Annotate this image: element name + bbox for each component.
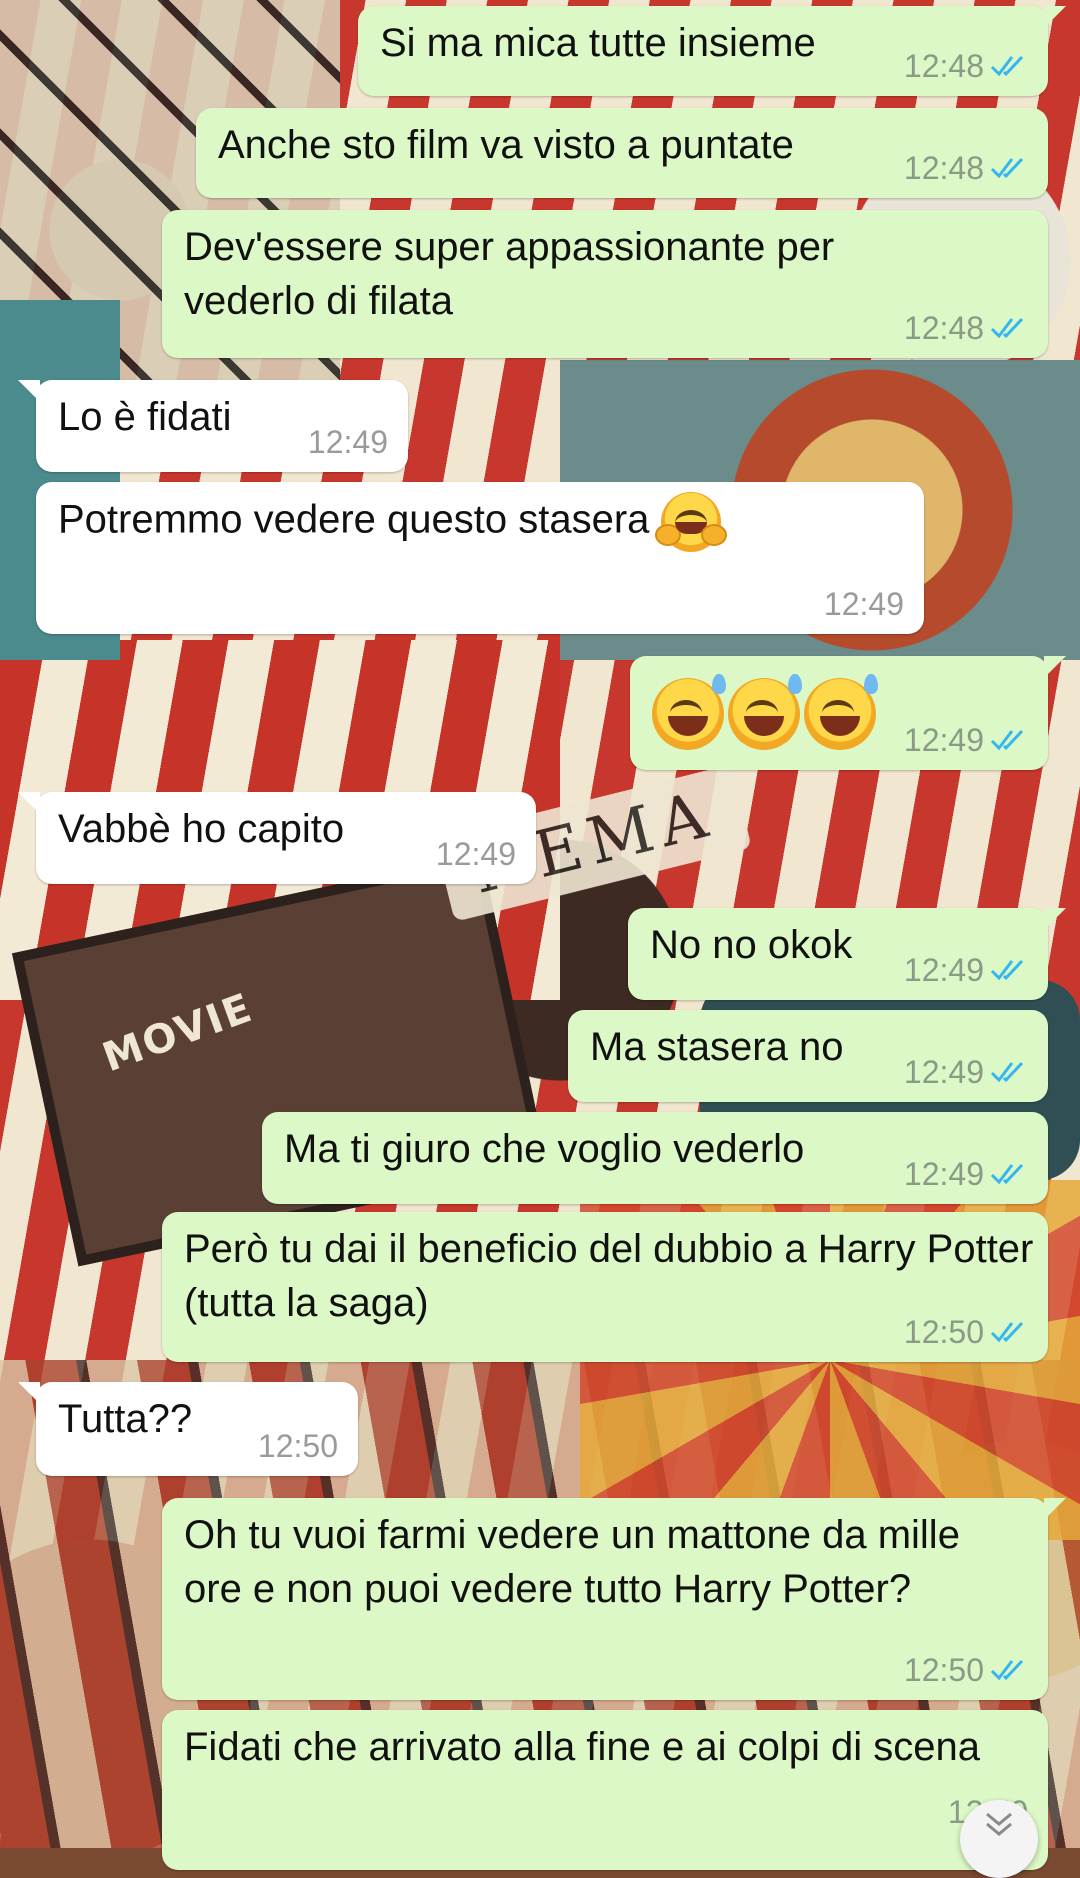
message-time: 12:50 bbox=[903, 1652, 984, 1688]
message-bubble-incoming[interactable]: Lo è fidati 12:49 bbox=[18, 380, 408, 472]
message-bubble-outgoing[interactable]: Dev'essere super appassionante per veder… bbox=[162, 210, 1048, 358]
message-bubble-outgoing[interactable]: No no okok 12:49 bbox=[628, 908, 1066, 1000]
read-ticks-icon bbox=[990, 957, 1028, 983]
message-bubble-outgoing[interactable]: Si ma mica tutte insieme 12:48 bbox=[358, 6, 1066, 96]
message-bubble-incoming[interactable]: Tutta?? 12:50 bbox=[18, 1382, 358, 1476]
message-text: Lo è fidati bbox=[58, 395, 232, 439]
message-text: Ma stasera no bbox=[590, 1025, 844, 1069]
message-bubble-outgoing[interactable]: Oh tu vuoi farmi vedere un mattone da mi… bbox=[162, 1498, 1066, 1700]
message-bubble-outgoing[interactable]: Però tu dai il beneficio del dubbio a Ha… bbox=[162, 1212, 1048, 1362]
read-ticks-icon bbox=[990, 53, 1028, 79]
message-bubble-outgoing[interactable]: 12:49 bbox=[630, 656, 1066, 770]
message-bubble-incoming[interactable]: Potremmo vedere questo stasera 12:49 bbox=[36, 482, 924, 634]
read-ticks-icon bbox=[990, 155, 1028, 181]
message-bubble-outgoing[interactable]: Ma ti giuro che voglio vederlo 12:49 bbox=[262, 1112, 1048, 1204]
message-time: 12:49 bbox=[435, 836, 516, 872]
message-bubble-outgoing[interactable]: Ma stasera no 12:49 bbox=[568, 1010, 1048, 1102]
message-time: 12:48 bbox=[903, 310, 984, 346]
message-list[interactable]: Si ma mica tutte insieme 12:48 Anche sto… bbox=[0, 0, 1080, 1878]
message-bubble-outgoing[interactable]: Anche sto film va visto a puntate 12:48 bbox=[196, 108, 1048, 198]
message-text: Vabbè ho capito bbox=[58, 807, 345, 851]
message-text: Anche sto film va visto a puntate bbox=[218, 123, 794, 167]
message-time: 12:50 bbox=[903, 1314, 984, 1350]
message-text: Dev'essere super appassionante per veder… bbox=[184, 225, 835, 323]
message-text: Tutta?? bbox=[58, 1397, 193, 1441]
message-bubble-outgoing[interactable]: Fidati che arrivato alla fine e ai colpi… bbox=[162, 1710, 1048, 1870]
message-bubble-incoming[interactable]: Vabbè ho capito 12:49 bbox=[18, 792, 536, 884]
read-ticks-icon bbox=[990, 1657, 1028, 1683]
message-time: 12:49 bbox=[903, 722, 984, 758]
message-time: 12:49 bbox=[903, 952, 984, 988]
read-ticks-icon bbox=[990, 1319, 1028, 1345]
message-text: Oh tu vuoi farmi vedere un mattone da mi… bbox=[184, 1513, 960, 1611]
message-text: Ma ti giuro che voglio vederlo bbox=[284, 1127, 805, 1171]
message-time: 12:49 bbox=[823, 586, 904, 622]
scroll-to-bottom-button[interactable] bbox=[960, 1800, 1038, 1878]
grinning-sweat-emoji-icon bbox=[728, 674, 802, 750]
grinning-sweat-emoji-icon bbox=[652, 674, 726, 750]
message-time: 12:49 bbox=[307, 424, 388, 460]
grinning-sweat-emoji-icon bbox=[804, 674, 878, 750]
read-ticks-icon bbox=[990, 315, 1028, 341]
message-text: No no okok bbox=[650, 923, 853, 967]
hugging-face-emoji-icon bbox=[654, 492, 727, 552]
message-time: 12:48 bbox=[903, 150, 984, 186]
message-time: 12:49 bbox=[903, 1156, 984, 1192]
read-ticks-icon bbox=[990, 727, 1028, 753]
read-ticks-icon bbox=[990, 1161, 1028, 1187]
message-time: 12:50 bbox=[257, 1428, 338, 1464]
message-text: Potremmo vedere questo stasera bbox=[58, 497, 650, 542]
message-text: Fidati che arrivato alla fine e ai colpi… bbox=[184, 1725, 980, 1769]
message-time: 12:49 bbox=[903, 1054, 984, 1090]
message-text: Si ma mica tutte insieme bbox=[380, 21, 816, 65]
message-time: 12:48 bbox=[903, 48, 984, 84]
double-chevron-down-icon bbox=[982, 1810, 1016, 1845]
read-ticks-icon bbox=[990, 1059, 1028, 1085]
